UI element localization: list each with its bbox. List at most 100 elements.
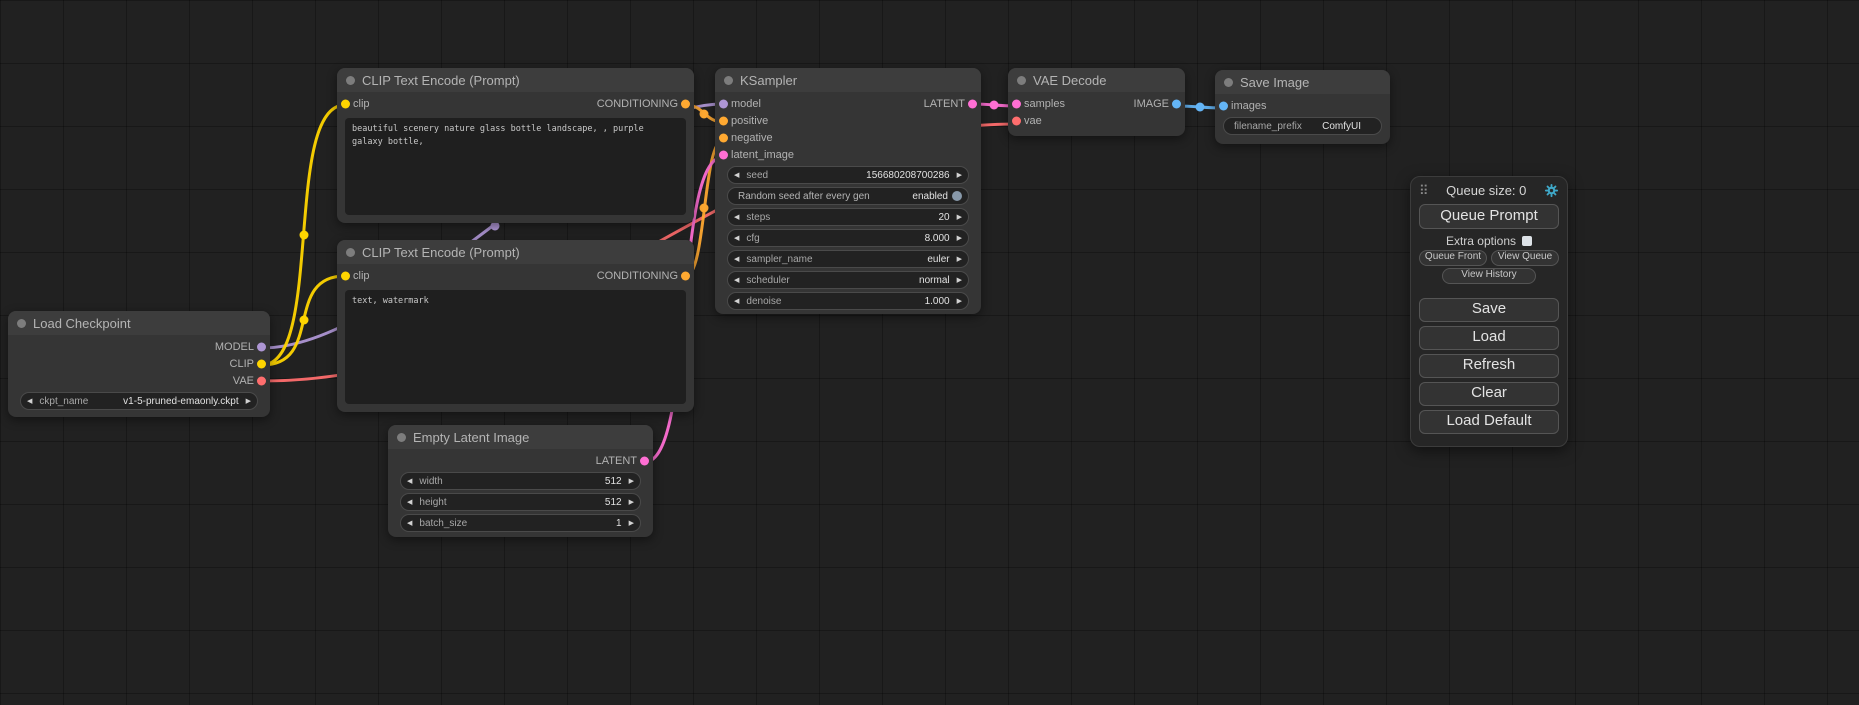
widget-batch-size[interactable]: ◀ batch_size 1 ▶ xyxy=(400,514,641,532)
input-slot-clip[interactable] xyxy=(341,271,350,280)
view-history-button[interactable]: View History xyxy=(1442,268,1536,284)
decrement-arrow-icon[interactable]: ◀ xyxy=(407,478,412,485)
decrement-arrow-icon[interactable]: ◀ xyxy=(27,398,32,405)
widget-height[interactable]: ◀ height 512 ▶ xyxy=(400,493,641,511)
collapse-dot-icon[interactable] xyxy=(346,248,355,257)
widget-sampler-name[interactable]: ◀ sampler_name euler ▶ xyxy=(727,250,969,268)
load-default-button[interactable]: Load Default xyxy=(1419,410,1559,434)
save-button[interactable]: Save xyxy=(1419,298,1559,322)
output-slot-conditioning[interactable] xyxy=(681,99,690,108)
collapse-dot-icon[interactable] xyxy=(1017,76,1026,85)
increment-arrow-icon[interactable]: ▶ xyxy=(629,478,634,485)
input-slot-label: negative xyxy=(731,132,773,144)
increment-arrow-icon[interactable]: ▶ xyxy=(957,235,962,242)
prompt-textarea[interactable]: beautiful scenery nature glass bottle la… xyxy=(345,118,686,215)
widget-value: enabled xyxy=(912,191,948,202)
node-empty-latent-image[interactable]: Empty Latent Image LATENT ◀ width 512 ▶ … xyxy=(388,425,653,537)
output-slot-image[interactable] xyxy=(1172,99,1181,108)
widget-ckpt-name[interactable]: ◀ ckpt_name v1-5-pruned-emaonly.ckpt ▶ xyxy=(20,392,258,410)
decrement-arrow-icon[interactable]: ◀ xyxy=(407,520,412,527)
load-button[interactable]: Load xyxy=(1419,326,1559,350)
collapse-dot-icon[interactable] xyxy=(346,76,355,85)
input-slot-positive[interactable] xyxy=(719,116,728,125)
node-title-bar[interactable]: CLIP Text Encode (Prompt) xyxy=(337,240,694,264)
output-slot-latent[interactable] xyxy=(968,99,977,108)
toggle-on-icon[interactable] xyxy=(952,191,962,201)
decrement-arrow-icon[interactable]: ◀ xyxy=(734,235,739,242)
widget-cfg[interactable]: ◀ cfg 8.000 ▶ xyxy=(727,229,969,247)
widget-scheduler[interactable]: ◀ scheduler normal ▶ xyxy=(727,271,969,289)
slot-row: vae xyxy=(1008,112,1185,129)
prompt-textarea[interactable]: text, watermark xyxy=(345,290,686,404)
input-slot-images[interactable] xyxy=(1219,101,1228,110)
queue-size-label: Queue size: 0 xyxy=(1429,183,1544,198)
output-slot-label: LATENT xyxy=(924,98,965,110)
node-clip-text-encode-negative[interactable]: CLIP Text Encode (Prompt) clip CONDITION… xyxy=(337,240,694,412)
collapse-dot-icon[interactable] xyxy=(397,433,406,442)
increment-arrow-icon[interactable]: ▶ xyxy=(629,520,634,527)
input-slot-model[interactable] xyxy=(719,99,728,108)
clear-button[interactable]: Clear xyxy=(1419,382,1559,406)
node-graph-canvas[interactable]: Load Checkpoint MODEL CLIP VAE ◀ ckpt_na… xyxy=(0,0,1859,705)
decrement-arrow-icon[interactable]: ◀ xyxy=(734,256,739,263)
node-save-image[interactable]: Save Image images filename_prefix ComfyU… xyxy=(1215,70,1390,144)
input-slot-vae[interactable] xyxy=(1012,116,1021,125)
output-slot-clip[interactable] xyxy=(257,359,266,368)
increment-arrow-icon[interactable]: ▶ xyxy=(957,214,962,221)
node-ksampler[interactable]: KSampler model LATENT positive negative … xyxy=(715,68,981,314)
increment-arrow-icon[interactable]: ▶ xyxy=(957,256,962,263)
increment-arrow-icon[interactable]: ▶ xyxy=(629,499,634,506)
view-queue-button[interactable]: View Queue xyxy=(1491,250,1559,266)
widget-denoise[interactable]: ◀ denoise 1.000 ▶ xyxy=(727,292,969,310)
node-title-bar[interactable]: Empty Latent Image xyxy=(388,425,653,449)
decrement-arrow-icon[interactable]: ◀ xyxy=(734,172,739,179)
node-load-checkpoint[interactable]: Load Checkpoint MODEL CLIP VAE ◀ ckpt_na… xyxy=(8,311,270,417)
widget-seed[interactable]: ◀ seed 156680208700286 ▶ xyxy=(727,166,969,184)
decrement-arrow-icon[interactable]: ◀ xyxy=(734,214,739,221)
extra-options-checkbox[interactable] xyxy=(1522,236,1532,246)
node-title-bar[interactable]: Load Checkpoint xyxy=(8,311,270,335)
node-title: Load Checkpoint xyxy=(33,316,131,331)
increment-arrow-icon[interactable]: ▶ xyxy=(957,172,962,179)
output-slot-model[interactable] xyxy=(257,342,266,351)
widget-value: 1 xyxy=(616,518,622,529)
collapse-dot-icon[interactable] xyxy=(724,76,733,85)
slot-row: clip CONDITIONING xyxy=(337,267,694,284)
increment-arrow-icon[interactable]: ▶ xyxy=(246,398,251,405)
extra-options-label: Extra options xyxy=(1446,234,1516,248)
output-slot-latent[interactable] xyxy=(640,456,649,465)
node-title-bar[interactable]: CLIP Text Encode (Prompt) xyxy=(337,68,694,92)
settings-gear-icon[interactable] xyxy=(1544,183,1559,198)
node-title-bar[interactable]: VAE Decode xyxy=(1008,68,1185,92)
queue-prompt-button[interactable]: Queue Prompt xyxy=(1419,204,1559,229)
node-clip-text-encode-positive[interactable]: CLIP Text Encode (Prompt) clip CONDITION… xyxy=(337,68,694,223)
input-slot-samples[interactable] xyxy=(1012,99,1021,108)
input-slot-label: latent_image xyxy=(731,149,794,161)
decrement-arrow-icon[interactable]: ◀ xyxy=(734,298,739,305)
slot-row: negative xyxy=(715,129,981,146)
output-slot-vae[interactable] xyxy=(257,376,266,385)
queue-front-button[interactable]: Queue Front xyxy=(1419,250,1487,266)
node-title: KSampler xyxy=(740,73,797,88)
slot-row: VAE xyxy=(8,372,270,389)
node-vae-decode[interactable]: VAE Decode samples IMAGE vae xyxy=(1008,68,1185,136)
input-slot-negative[interactable] xyxy=(719,133,728,142)
decrement-arrow-icon[interactable]: ◀ xyxy=(407,499,412,506)
collapse-dot-icon[interactable] xyxy=(17,319,26,328)
drag-handle-icon[interactable]: ⠿ xyxy=(1419,184,1429,197)
refresh-button[interactable]: Refresh xyxy=(1419,354,1559,378)
increment-arrow-icon[interactable]: ▶ xyxy=(957,277,962,284)
increment-arrow-icon[interactable]: ▶ xyxy=(957,298,962,305)
widget-steps[interactable]: ◀ steps 20 ▶ xyxy=(727,208,969,226)
node-title-bar[interactable]: KSampler xyxy=(715,68,981,92)
widget-label: denoise xyxy=(746,296,781,307)
collapse-dot-icon[interactable] xyxy=(1224,78,1233,87)
decrement-arrow-icon[interactable]: ◀ xyxy=(734,277,739,284)
input-slot-clip[interactable] xyxy=(341,99,350,108)
widget-random-seed-toggle[interactable]: Random seed after every gen enabled xyxy=(727,187,969,205)
output-slot-conditioning[interactable] xyxy=(681,271,690,280)
widget-width[interactable]: ◀ width 512 ▶ xyxy=(400,472,641,490)
widget-filename-prefix[interactable]: filename_prefix ComfyUI xyxy=(1223,117,1382,135)
input-slot-latent-image[interactable] xyxy=(719,150,728,159)
node-title-bar[interactable]: Save Image xyxy=(1215,70,1390,94)
